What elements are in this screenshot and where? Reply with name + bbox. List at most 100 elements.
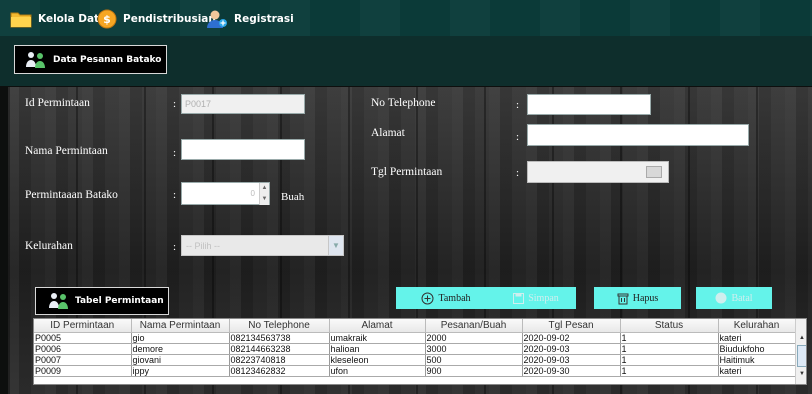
table-row[interactable]: P0009 ippy 08123462832 ufon 900 2020-09-… — [34, 365, 796, 377]
colon: : — [173, 241, 177, 253]
data-pesanan-button[interactable]: Data Pesanan Batako — [14, 45, 167, 74]
table-row[interactable]: P0005 gio 082134563738 umakraik 2000 202… — [34, 332, 796, 344]
menu-registrasi-label: Registrasi — [234, 13, 294, 25]
simpan-label: Simpan — [528, 292, 559, 304]
save-icon — [513, 292, 525, 304]
spinner-down-icon[interactable]: ▼ — [259, 194, 269, 205]
no-telephone-label: No Telephone — [371, 97, 436, 109]
column-header[interactable]: No Telephone — [229, 319, 330, 333]
table-cell: kleseleon — [329, 354, 426, 366]
table-header-row: ID Permintaan Nama Permintaan No Telepho… — [34, 319, 796, 333]
colon: : — [173, 147, 177, 159]
table-cell: Biudukfoho — [718, 343, 796, 355]
table-cell: P0009 — [34, 365, 132, 377]
batal-label: Batal — [731, 292, 753, 304]
column-header[interactable]: Pesanan/Buah — [425, 319, 523, 333]
colon: : — [173, 98, 177, 110]
scroll-thumb[interactable] — [797, 345, 806, 367]
alamat-field[interactable] — [527, 124, 749, 146]
table-cell: giovani — [131, 354, 230, 366]
colon: : — [516, 131, 520, 143]
table-row[interactable]: P0006 demore 082144663238 halioan 3000 2… — [34, 343, 796, 355]
table-cell: gio — [131, 332, 230, 344]
alamat-label: Alamat — [371, 127, 405, 139]
colon: : — [516, 167, 520, 179]
tgl-permintaan-field[interactable] — [527, 161, 669, 183]
table-cell: 1 — [620, 354, 719, 366]
colon: : — [516, 99, 520, 111]
menu-bar: Kelola Data $ Pendistribusian Registrasi — [0, 0, 812, 36]
jumlah-batako-spinner[interactable]: 0 ▲ ▼ — [181, 182, 270, 205]
table-cell: 08223740818 — [229, 354, 330, 366]
table-cell: Haitimuk — [718, 354, 796, 366]
table-cell: 1 — [620, 332, 719, 344]
nama-permintaan-field[interactable] — [181, 139, 305, 160]
table-cell: P0005 — [34, 332, 132, 344]
menu-pendistribusian-label: Pendistribusian — [123, 13, 216, 25]
table-cell: halioan — [329, 343, 426, 355]
menu-kelola-data[interactable]: Kelola Data — [10, 8, 106, 30]
table-cell: kateri — [718, 365, 796, 377]
table-cell: 2000 — [425, 332, 523, 344]
user-add-icon — [207, 10, 227, 28]
cancel-circle-icon — [715, 292, 727, 304]
table-cell: P0007 — [34, 354, 132, 366]
chevron-down-icon[interactable]: ▼ — [328, 236, 343, 255]
plus-circle-icon — [421, 292, 434, 304]
svg-text:$: $ — [103, 13, 111, 26]
id-permintaan-field[interactable]: P0017 — [181, 94, 305, 114]
batal-button[interactable]: Batal — [696, 287, 772, 309]
table-cell: 1 — [620, 343, 719, 355]
permintaan-table[interactable]: ID Permintaan Nama Permintaan No Telepho… — [33, 318, 807, 385]
dollar-coin-icon: $ — [97, 9, 117, 29]
menu-kelola-data-label: Kelola Data — [38, 13, 107, 25]
table-cell: 082134563738 — [229, 332, 330, 344]
column-header[interactable]: Nama Permintaan — [131, 319, 230, 333]
table-cell: 2020-09-02 — [522, 332, 621, 344]
tgl-permintaan-label: Tgl Permintaan — [371, 166, 443, 178]
scroll-down-icon[interactable]: ▼ — [797, 369, 806, 380]
spinner-up-icon[interactable]: ▲ — [259, 183, 269, 194]
hapus-label: Hapus — [632, 292, 659, 304]
tambah-button[interactable]: Tambah — [396, 287, 496, 309]
table-cell: 2020-09-03 — [522, 354, 621, 366]
table-scrollbar[interactable]: ▲ ▼ — [795, 319, 806, 384]
kelurahan-label: Kelurahan — [25, 240, 73, 252]
table-row[interactable]: P0007 giovani 08223740818 kleseleon 500 … — [34, 354, 796, 366]
column-header[interactable]: ID Permintaan — [34, 319, 132, 333]
column-header[interactable]: Status — [620, 319, 719, 333]
jumlah-batako-value: 0 — [250, 189, 255, 198]
column-header[interactable]: Kelurahan — [718, 319, 796, 333]
column-header[interactable]: Tgl Pesan — [522, 319, 621, 333]
people-icon — [49, 293, 68, 309]
scroll-up-icon[interactable]: ▲ — [797, 333, 806, 344]
folder-icon — [10, 12, 32, 28]
table-cell: 08123462832 — [229, 365, 330, 377]
table-cell: 2020-09-03 — [522, 343, 621, 355]
table-cell: demore — [131, 343, 230, 355]
colon: : — [173, 189, 177, 201]
table-cell: ufon — [329, 365, 426, 377]
table-cell: umakraik — [329, 332, 426, 344]
table-cell: P0006 — [34, 343, 132, 355]
menu-pendistribusian[interactable]: $ Pendistribusian — [97, 8, 216, 30]
simpan-button[interactable]: Simpan — [496, 287, 576, 309]
column-header[interactable]: Alamat — [329, 319, 426, 333]
id-permintaan-label: Id Permintaan — [25, 97, 90, 109]
tabel-permintaan-button[interactable]: Tabel Permintaan — [35, 287, 169, 315]
tambah-label: Tambah — [438, 292, 471, 304]
calendar-icon[interactable] — [646, 166, 662, 178]
data-pesanan-label: Data Pesanan Batako — [53, 54, 162, 65]
table-cell: 082144663238 — [229, 343, 330, 355]
hapus-button[interactable]: Hapus — [594, 287, 681, 309]
kelurahan-selected: -- Pilih -- — [186, 241, 220, 251]
kelurahan-select[interactable]: -- Pilih -- ▼ — [181, 235, 344, 256]
table-cell: 900 — [425, 365, 523, 377]
no-telephone-field[interactable] — [527, 94, 651, 115]
table-cell: 1 — [620, 365, 719, 377]
menu-registrasi[interactable]: Registrasi — [206, 8, 294, 30]
people-icon — [26, 51, 45, 68]
table-cell: 3000 — [425, 343, 523, 355]
trash-icon — [617, 293, 629, 304]
table-cell: 2020-09-30 — [522, 365, 621, 377]
